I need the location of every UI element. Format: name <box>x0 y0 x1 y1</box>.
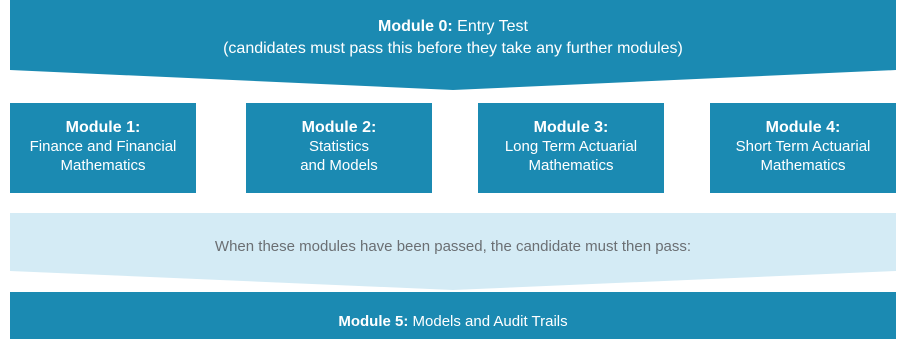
module-3-label: Module 3: <box>533 119 609 136</box>
entry-test-banner: Module 0: Entry Test (candidates must pa… <box>10 0 896 90</box>
module-2-line1: Statistics <box>308 138 369 155</box>
module-5-label: Module 5: <box>338 313 409 330</box>
entry-module-label: Module 0: <box>378 18 453 35</box>
module-4-box: Module 4: Short Term Actuarial Mathemati… <box>710 103 896 193</box>
entry-note: (candidates must pass this before they t… <box>223 40 683 57</box>
module-5-bar: Module 5: Models and Audit Trails <box>10 292 896 339</box>
entry-banner-text: Module 0: Entry Test (candidates must pa… <box>10 16 896 60</box>
module-3-box: Module 3: Long Term Actuarial Mathematic… <box>478 103 664 193</box>
module-3-line1: Long Term Actuarial <box>504 138 638 155</box>
entry-module-name: Entry Test <box>457 18 528 35</box>
module-1-line2: Mathematics <box>60 157 146 174</box>
module-4-label: Module 4: <box>765 119 841 136</box>
module-1-box: Module 1: Finance and Financial Mathemat… <box>10 103 196 193</box>
module-2-line2: and Models <box>300 157 378 174</box>
module-1-label: Module 1: <box>65 119 141 136</box>
module-2-label: Module 2: <box>301 119 377 136</box>
condition-text: When these modules have been passed, the… <box>214 238 692 255</box>
module-4-line1: Short Term Actuarial <box>735 138 871 155</box>
condition-banner: When these modules have been passed, the… <box>10 213 896 290</box>
module-2-box: Module 2: Statistics and Models <box>246 103 432 193</box>
module-3-line2: Mathematics <box>528 157 614 174</box>
module-1-line1: Finance and Financial <box>29 138 177 155</box>
module-4-line2: Mathematics <box>760 157 846 174</box>
entry-title-line: Module 0: Entry Test <box>10 16 896 38</box>
module-5-name: Models and Audit Trails <box>412 313 568 330</box>
